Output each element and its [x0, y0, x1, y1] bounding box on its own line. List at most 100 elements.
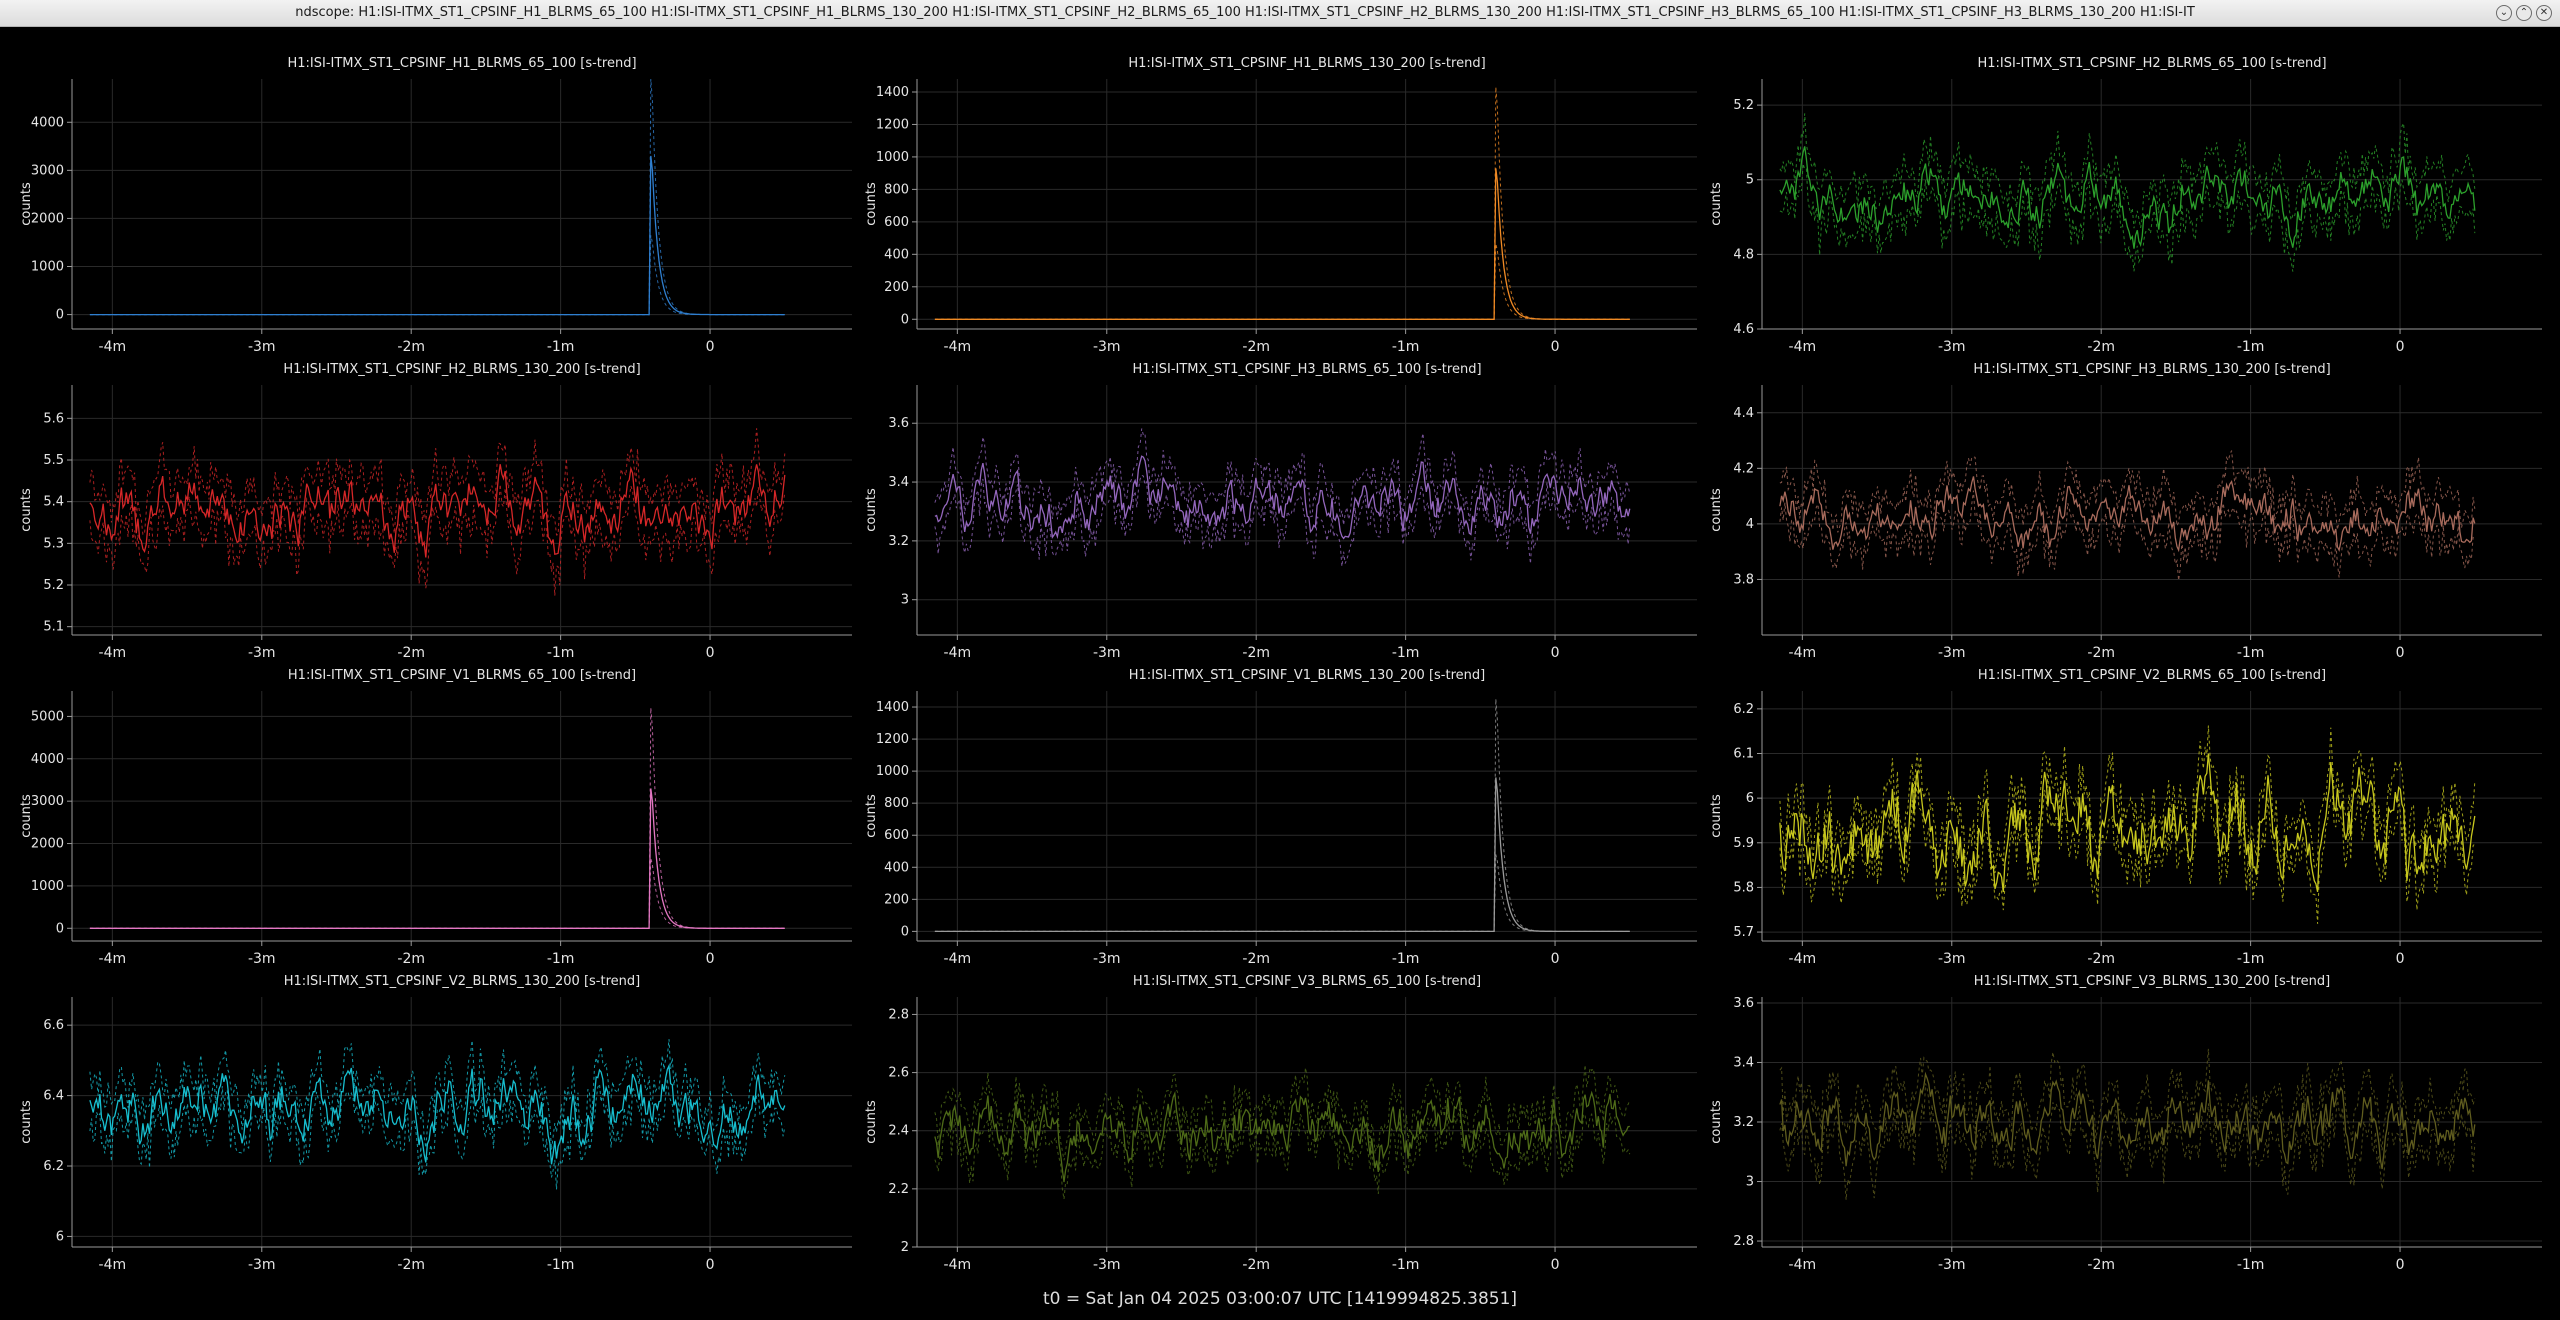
y-axis-label: counts: [19, 1100, 34, 1144]
y-axis-label: counts: [864, 182, 879, 226]
y-axis-label: counts: [1709, 182, 1724, 226]
x-tick-label: -3m: [1093, 1257, 1121, 1273]
y-tick-label: 3.6: [1733, 996, 1754, 1011]
y-tick-label: 0: [901, 312, 909, 327]
x-tick-label: 0: [1551, 951, 1560, 967]
series-min-line: [934, 243, 1630, 320]
chart-panel: H1:ISI-ITMX_ST1_CPSINF_V3_BLRMS_65_100 […: [864, 974, 1697, 1273]
y-tick-label: 0: [56, 921, 64, 936]
y-tick-label: 600: [884, 828, 909, 843]
x-tick-label: -2m: [1242, 339, 1270, 355]
y-axis-label: counts: [1709, 488, 1724, 532]
x-tick-label: -2m: [2087, 951, 2115, 967]
x-tick-label: -1m: [547, 951, 575, 967]
x-tick-label: -3m: [1093, 645, 1121, 661]
y-tick-label: 6.2: [1733, 702, 1754, 717]
y-tick-label: 200: [884, 892, 909, 907]
minimize-button[interactable]: ⌄: [2496, 5, 2512, 21]
x-tick-label: -3m: [1938, 645, 1966, 661]
x-tick-label: -4m: [1789, 951, 1817, 967]
x-tick-label: -1m: [2237, 1257, 2265, 1273]
y-tick-label: 800: [884, 182, 909, 197]
y-tick-label: 4.6: [1733, 322, 1754, 337]
y-tick-label: 5.8: [1733, 880, 1754, 895]
y-tick-label: 5.4: [43, 495, 64, 510]
x-tick-label: -1m: [547, 1257, 575, 1273]
series-max-line: [89, 707, 785, 929]
y-tick-label: 3.6: [888, 416, 909, 431]
series-mean-line: [934, 455, 1631, 540]
chart-title: H1:ISI-ITMX_ST1_CPSINF_H2_BLRMS_65_100 […: [1977, 56, 2326, 71]
series-mean-line: [89, 788, 785, 929]
chart-panel: H1:ISI-ITMX_ST1_CPSINF_V2_BLRMS_65_100 […: [1709, 668, 2542, 967]
y-tick-label: 3000: [31, 163, 64, 178]
x-tick-label: -3m: [1093, 951, 1121, 967]
series-min-line: [89, 858, 785, 929]
x-tick-label: -3m: [1938, 951, 1966, 967]
series-min-line: [934, 1108, 1631, 1200]
x-tick-label: -2m: [2087, 1257, 2115, 1273]
chart-panel: H1:ISI-ITMX_ST1_CPSINF_H3_BLRMS_65_100 […: [864, 362, 1697, 661]
y-tick-label: 800: [884, 796, 909, 811]
y-tick-label: 600: [884, 215, 909, 230]
x-tick-label: -2m: [397, 1257, 425, 1273]
x-tick-label: 0: [706, 645, 715, 661]
chart-panel: H1:ISI-ITMX_ST1_CPSINF_V1_BLRMS_65_100 […: [19, 668, 852, 967]
x-tick-label: -1m: [2237, 645, 2265, 661]
x-tick-label: -2m: [1242, 951, 1270, 967]
series-min-line: [934, 854, 1630, 932]
x-tick-label: -1m: [1392, 1257, 1420, 1273]
y-tick-label: 2.8: [888, 1007, 909, 1022]
series-mean-line: [89, 155, 785, 316]
chart-title: H1:ISI-ITMX_ST1_CPSINF_H3_BLRMS_65_100 […: [1132, 362, 1481, 377]
chart-title: H1:ISI-ITMX_ST1_CPSINF_H3_BLRMS_130_200 …: [1973, 362, 2330, 377]
y-tick-label: 3.8: [1733, 572, 1754, 587]
x-tick-label: 0: [1551, 645, 1560, 661]
chart-title: H1:ISI-ITMX_ST1_CPSINF_V3_BLRMS_65_100 […: [1133, 974, 1481, 989]
window-titlebar: ndscope: H1:ISI-ITMX_ST1_CPSINF_H1_BLRMS…: [0, 0, 2560, 27]
y-tick-label: 1000: [876, 764, 909, 779]
chart-panel: H1:ISI-ITMX_ST1_CPSINF_H1_BLRMS_130_200 …: [864, 56, 1697, 355]
y-tick-label: 6: [1746, 791, 1754, 806]
y-tick-label: 4.2: [1733, 461, 1754, 476]
plot-grid[interactable]: H1:ISI-ITMX_ST1_CPSINF_H1_BLRMS_65_100 […: [0, 27, 2560, 1289]
close-button[interactable]: ✕: [2536, 5, 2552, 21]
y-tick-label: 6.1: [1733, 747, 1754, 762]
x-tick-label: -1m: [547, 339, 575, 355]
y-tick-label: 1200: [876, 732, 909, 747]
series-mean-line: [934, 168, 1630, 320]
y-tick-label: 4: [1746, 517, 1754, 532]
chart-panel: H1:ISI-ITMX_ST1_CPSINF_V2_BLRMS_130_200 …: [19, 974, 852, 1273]
x-tick-label: -3m: [1938, 1257, 1966, 1273]
chart-panel: H1:ISI-ITMX_ST1_CPSINF_H2_BLRMS_130_200 …: [19, 362, 852, 661]
x-tick-label: -3m: [1938, 339, 1966, 355]
chart-title: H1:ISI-ITMX_ST1_CPSINF_V1_BLRMS_130_200 …: [1129, 668, 1485, 683]
y-tick-label: 400: [884, 247, 909, 262]
x-tick-label: -2m: [397, 339, 425, 355]
y-tick-label: 3.2: [888, 534, 909, 549]
chart-title: H1:ISI-ITMX_ST1_CPSINF_H1_BLRMS_130_200 …: [1128, 56, 1485, 71]
y-tick-label: 3: [1746, 1175, 1754, 1190]
y-tick-label: 2000: [31, 211, 64, 226]
x-tick-label: -2m: [1242, 1257, 1270, 1273]
x-tick-label: -4m: [944, 339, 972, 355]
x-tick-label: -2m: [397, 645, 425, 661]
x-tick-label: 0: [2396, 645, 2405, 661]
x-tick-label: 0: [2396, 339, 2405, 355]
y-tick-label: 5.2: [43, 578, 64, 593]
y-tick-label: 5.9: [1733, 836, 1754, 851]
y-tick-label: 5.5: [43, 453, 64, 468]
x-tick-label: -3m: [248, 339, 276, 355]
y-tick-label: 2.4: [888, 1124, 909, 1139]
x-tick-label: -4m: [944, 645, 972, 661]
maximize-button[interactable]: ⌃: [2516, 5, 2532, 21]
chart-title: H1:ISI-ITMX_ST1_CPSINF_V2_BLRMS_65_100 […: [1978, 668, 2326, 683]
y-tick-label: 3.4: [1733, 1055, 1754, 1070]
x-tick-label: -2m: [2087, 645, 2115, 661]
x-tick-label: -2m: [2087, 339, 2115, 355]
x-tick-label: -1m: [2237, 339, 2265, 355]
y-tick-label: 5: [1746, 173, 1754, 188]
y-tick-label: 5000: [31, 709, 64, 724]
x-tick-label: -4m: [99, 1257, 127, 1273]
chart-title: H1:ISI-ITMX_ST1_CPSINF_H2_BLRMS_130_200 …: [283, 362, 640, 377]
